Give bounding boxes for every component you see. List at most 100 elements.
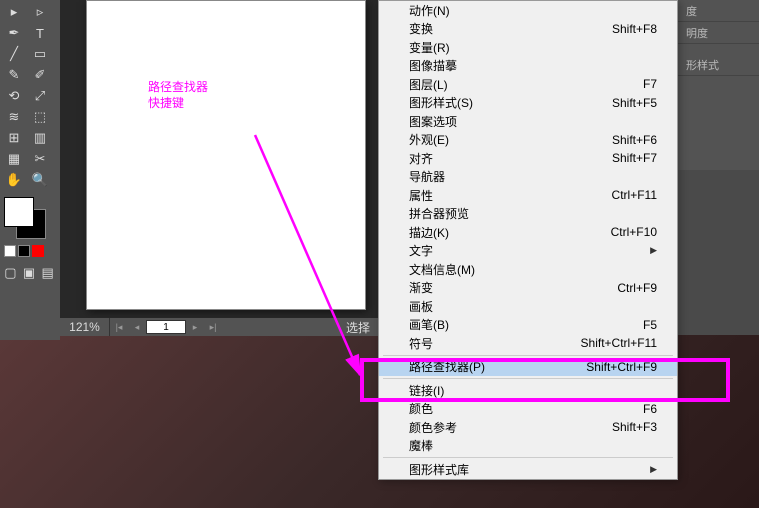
menu-item-shortcut: Shift+F3 [612, 420, 657, 434]
menu-item-shortcut: ▶ [650, 245, 657, 256]
menu-item-label: 颜色 [409, 400, 433, 417]
menu-item-shortcut: Ctrl+F11 [612, 188, 657, 202]
menu-item-label: 符号 [409, 335, 433, 352]
selection-tool-icon[interactable]: ▸ [2, 2, 26, 22]
color-swatches[interactable] [2, 197, 52, 241]
menu-item[interactable]: 图形样式(S) Shift+F5 [379, 94, 677, 113]
first-page-icon[interactable]: |◂ [111, 320, 127, 334]
menu-item-label: 动作(N) [409, 2, 450, 19]
panel-1[interactable]: 度 [678, 0, 759, 22]
menu-item-shortcut: Shift+F8 [612, 22, 657, 36]
mesh-tool-icon[interactable]: ⊞ [2, 128, 26, 148]
brush-tool-icon[interactable]: ✎ [2, 65, 26, 85]
last-page-icon[interactable]: ▸| [205, 320, 221, 334]
canvas-area [60, 0, 378, 318]
menu-item-label: 图形样式(S) [409, 94, 473, 111]
menu-item[interactable]: 链接(I) [379, 381, 677, 400]
menu-item[interactable]: 图形样式库 ▶ [379, 460, 677, 479]
menu-item-shortcut: Shift+Ctrl+F9 [586, 360, 657, 374]
freetransform-icon[interactable]: ⬚ [28, 107, 52, 127]
menu-item[interactable]: 颜色参考 Shift+F3 [379, 418, 677, 437]
pen-tool-icon[interactable]: ✒ [2, 23, 26, 43]
rect-tool-icon[interactable]: ▭ [28, 44, 52, 64]
menu-item[interactable]: 渐变Ctrl+F9 [379, 279, 677, 298]
line-tool-icon[interactable]: ╱ [2, 44, 26, 64]
menu-item-label: 图层(L) [409, 76, 448, 93]
rotate-tool-icon[interactable]: ⟲ [2, 86, 26, 106]
annotation-line1: 路径查找器 [148, 80, 208, 96]
menu-item-label: 图形样式库 [409, 461, 469, 478]
artboard-tool-icon[interactable]: ▦ [2, 149, 26, 169]
annotation-text: 路径查找器 快捷键 [148, 80, 208, 111]
menu-item[interactable]: 对齐Shift+F7 [379, 149, 677, 168]
menu-item-shortcut: Ctrl+F10 [611, 225, 657, 239]
menu-item-shortcut: Shift+F5 [612, 96, 657, 110]
zoom-level[interactable]: 121% [60, 318, 110, 336]
type-tool-icon[interactable]: T [28, 23, 52, 43]
menu-item-label: 画板 [409, 298, 433, 315]
menu-item-shortcut: ▶ [650, 464, 657, 475]
menu-item[interactable]: 符号 Shift+Ctrl+F11 [379, 334, 677, 353]
panel-3[interactable]: 形样式 [678, 54, 759, 76]
menu-item-label: 变量(R) [409, 39, 450, 56]
menu-item-label: 路径查找器(P) [409, 358, 485, 375]
menu-item[interactable]: 文字▶ [379, 242, 677, 261]
mini-none[interactable] [32, 245, 44, 257]
direct-select-icon[interactable]: ▹ [28, 2, 52, 22]
hand-tool-icon[interactable]: ✋ [2, 170, 26, 190]
fg-swatch[interactable] [4, 197, 34, 227]
menu-separator [383, 355, 673, 356]
menu-item-label: 拼合器预览 [409, 205, 469, 222]
menu-item-label: 变换 [409, 20, 433, 37]
menu-item-label: 文档信息(M) [409, 261, 475, 278]
menu-item[interactable]: 图像描摹 [379, 57, 677, 76]
menu-item-shortcut: Ctrl+F9 [617, 281, 657, 295]
menu-item[interactable]: 图案选项 [379, 112, 677, 131]
scale-tool-icon[interactable]: ⤢ [28, 86, 52, 106]
menu-item[interactable]: 导航器 [379, 168, 677, 187]
menu-item[interactable]: 颜色F6 [379, 400, 677, 419]
menu-item[interactable]: 画板 [379, 297, 677, 316]
menu-item[interactable]: 文档信息(M) [379, 260, 677, 279]
menu-item[interactable]: 动作(N) [379, 1, 677, 20]
menu-item-shortcut: F5 [643, 318, 657, 332]
menu-item[interactable]: 图层(L)F7 [379, 75, 677, 94]
status-bar: 121% |◂ ◂ ▸ ▸| 选择 [60, 318, 378, 336]
right-panels: 度 明度 形样式 [678, 0, 759, 170]
menu-item-label: 对齐 [409, 150, 433, 167]
menu-item-shortcut: Shift+F6 [612, 133, 657, 147]
prev-page-icon[interactable]: ◂ [129, 320, 145, 334]
menu-item[interactable]: 变量(R) [379, 38, 677, 57]
status-text: 选择 [346, 319, 378, 336]
graph-tool-icon[interactable]: ▥ [28, 128, 52, 148]
menu-item-label: 链接(I) [409, 382, 444, 399]
menu-separator [383, 378, 673, 379]
artboard[interactable] [86, 0, 366, 310]
page-input[interactable] [146, 320, 186, 334]
menu-item-shortcut: Shift+Ctrl+F11 [581, 336, 657, 350]
menu-item-label: 属性 [409, 187, 433, 204]
menu-item[interactable]: 外观(E)Shift+F6 [379, 131, 677, 150]
width-tool-icon[interactable]: ≋ [2, 107, 26, 127]
menu-separator [383, 457, 673, 458]
menu-item-label: 颜色参考 [409, 419, 457, 436]
mini-black[interactable] [18, 245, 30, 257]
menu-item[interactable]: 画笔(B)F5 [379, 316, 677, 335]
screen-mode-icon[interactable]: ▢ [2, 263, 19, 283]
menu-item[interactable]: 变换 Shift+F8 [379, 20, 677, 39]
menu-item[interactable]: 魔棒 [379, 437, 677, 456]
menu-item[interactable]: 描边(K)Ctrl+F10 [379, 223, 677, 242]
menu-item-label: 魔棒 [409, 437, 433, 454]
mini-white[interactable] [4, 245, 16, 257]
menu-item[interactable]: 属性 Ctrl+F11 [379, 186, 677, 205]
pencil-tool-icon[interactable]: ✐ [28, 65, 52, 85]
menu-item-label: 导航器 [409, 168, 445, 185]
next-page-icon[interactable]: ▸ [187, 320, 203, 334]
panel-2[interactable]: 明度 [678, 22, 759, 44]
screen-mode3-icon[interactable]: ▤ [39, 263, 56, 283]
screen-mode2-icon[interactable]: ▣ [21, 263, 38, 283]
menu-item[interactable]: 路径查找器(P) Shift+Ctrl+F9 [379, 358, 677, 377]
menu-item[interactable]: 拼合器预览 [379, 205, 677, 224]
zoom-tool-icon[interactable]: 🔍 [28, 170, 52, 190]
slice-tool-icon[interactable]: ✂ [28, 149, 52, 169]
